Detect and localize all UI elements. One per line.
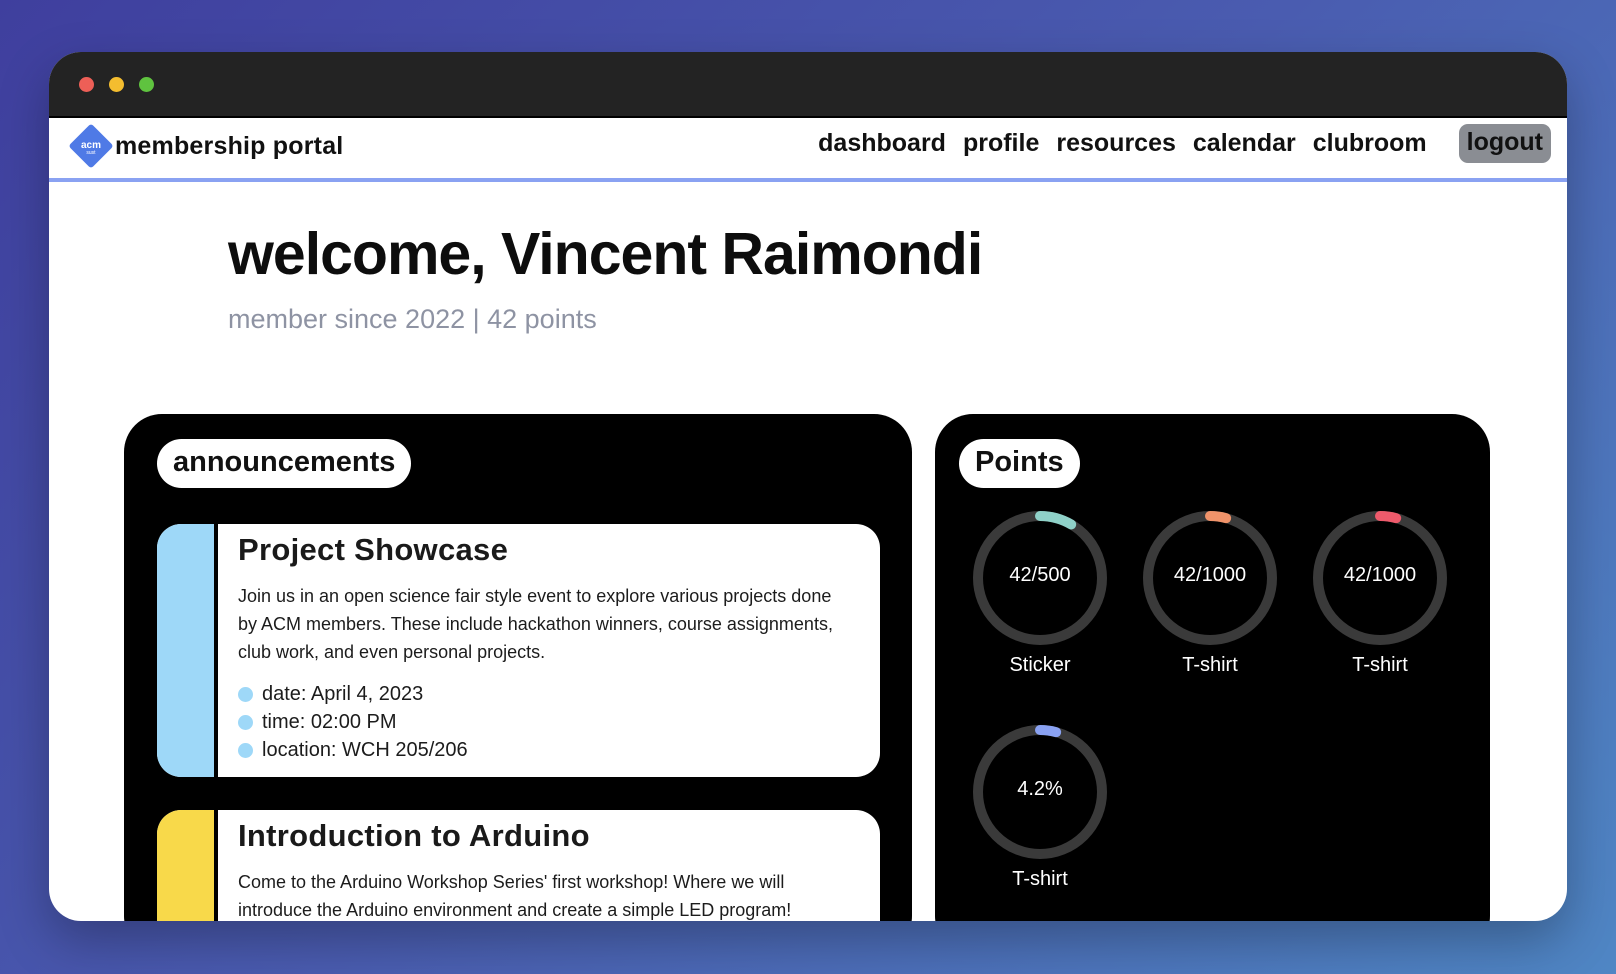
member-summary: member since 2022 | 42 points xyxy=(228,304,597,334)
gauge-label: T-shirt xyxy=(1012,868,1068,890)
points-gauge: 42/1000 T-shirt xyxy=(1135,508,1285,677)
card-color-stripe xyxy=(157,524,218,777)
points-gauge: 42/500 Sticker xyxy=(965,508,1115,677)
gauge-label: T-shirt xyxy=(1352,654,1408,676)
logout-button[interactable]: logout xyxy=(1458,124,1551,163)
announcement-details: date: April 4, 2023 time: 02:00 PM locat… xyxy=(238,680,852,764)
minimize-window-button[interactable] xyxy=(109,77,124,92)
announcement-title: Introduction to Arduino xyxy=(238,818,590,853)
brand-title[interactable]: membership portal xyxy=(115,132,343,161)
bullet-dot-icon xyxy=(238,743,253,758)
nav-link-calendar[interactable]: calendar xyxy=(1193,129,1296,158)
detail-time: time: 02:00 PM xyxy=(262,711,397,733)
welcome-heading: welcome, Vincent Raimondi xyxy=(228,221,983,287)
announcement-description: Join us in an open science fair style ev… xyxy=(238,586,833,662)
nav-link-resources[interactable]: resources xyxy=(1056,129,1176,158)
points-gauge: 4.2% T-shirt xyxy=(965,722,1115,891)
card-color-stripe xyxy=(157,810,218,921)
nav-links: dashboard profile resources calendar clu… xyxy=(801,124,1551,163)
gauge-value: 4.2% xyxy=(1017,778,1063,800)
detail-item: time: 02:00 PM xyxy=(238,708,852,736)
navbar: acm sust membership portal dashboard pro… xyxy=(49,118,1567,182)
points-gauge: 42/1000 T-shirt xyxy=(1305,508,1455,677)
nav-link-clubroom[interactable]: clubroom xyxy=(1313,129,1427,158)
detail-item: date: April 4, 2023 xyxy=(238,680,852,708)
announcement-title: Project Showcase xyxy=(238,532,509,567)
gauge-value: 42/1000 xyxy=(1343,564,1417,586)
announcements-panel: announcements Project Showcase Join us i… xyxy=(124,414,912,921)
gauge-value: 42/500 xyxy=(1009,564,1071,586)
nav-link-profile[interactable]: profile xyxy=(963,129,1039,158)
browser-window: acm sust membership portal dashboard pro… xyxy=(49,52,1567,921)
announcement-card[interactable]: Project Showcase Join us in an open scie… xyxy=(157,524,880,777)
gauge-label: Sticker xyxy=(1009,654,1071,676)
gauge-label: T-shirt xyxy=(1182,654,1238,676)
title-bar xyxy=(49,52,1567,118)
bullet-dot-icon xyxy=(238,715,253,730)
announcements-heading: announcements xyxy=(157,439,412,488)
announcement-card[interactable]: Introduction to Arduino Come to the Ardu… xyxy=(157,810,880,921)
detail-location: location: WCH 205/206 xyxy=(262,739,468,761)
logo-text: acm xyxy=(80,140,101,151)
logo-subtext: sust xyxy=(86,150,96,156)
gauge-value: 42/1000 xyxy=(1173,564,1247,586)
maximize-window-button[interactable] xyxy=(139,77,154,92)
points-panel: Points 42/500 Sticker 42/1000 T-shirt 42… xyxy=(935,414,1490,921)
close-window-button[interactable] xyxy=(79,77,94,92)
announcement-description: Come to the Arduino Workshop Series' fir… xyxy=(238,872,792,920)
detail-date: date: April 4, 2023 xyxy=(262,683,424,705)
detail-item: location: WCH 205/206 xyxy=(238,736,852,764)
bullet-dot-icon xyxy=(238,687,253,702)
points-heading: Points xyxy=(959,439,1080,488)
nav-link-dashboard[interactable]: dashboard xyxy=(818,129,946,158)
